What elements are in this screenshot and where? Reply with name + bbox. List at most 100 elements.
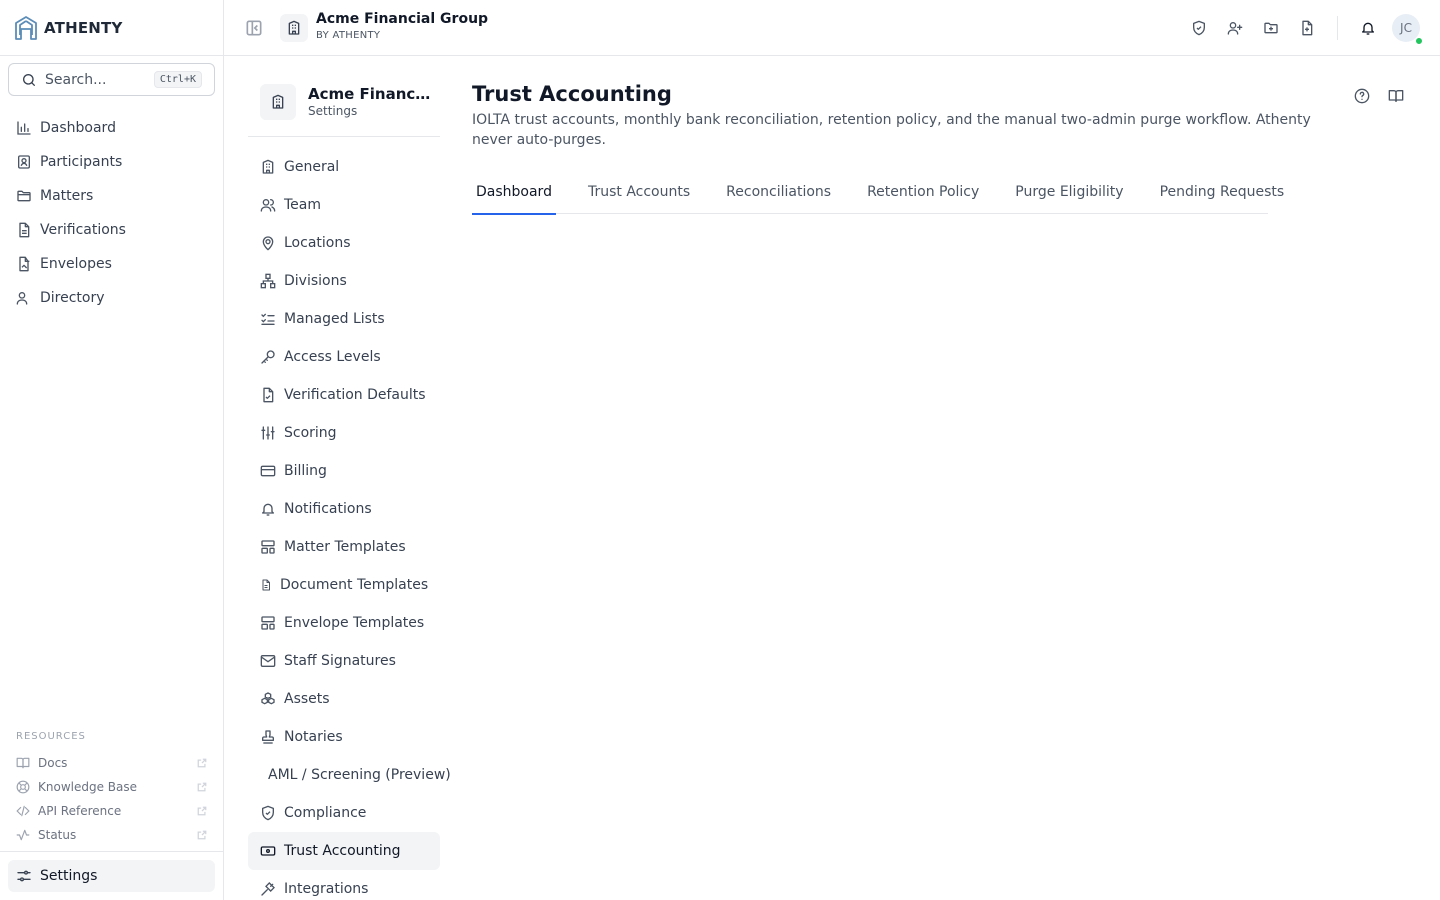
tab-purge-eligibility[interactable]: Purge Eligibility — [1011, 170, 1127, 214]
building-icon — [260, 84, 296, 120]
resource-knowledge-base[interactable]: Knowledge Base — [8, 775, 215, 799]
tab-reconciliations[interactable]: Reconciliations — [722, 170, 835, 214]
settings-item-locations[interactable]: Locations — [248, 224, 440, 262]
network-icon — [260, 273, 276, 289]
folder-icon — [16, 188, 32, 204]
building-icon — [260, 159, 276, 175]
banknote-icon — [260, 843, 276, 859]
resource-label: Knowledge Base — [38, 780, 137, 794]
settings-item-envelope-templates[interactable]: Envelope Templates — [248, 604, 440, 642]
settings-item-verification-defaults[interactable]: Verification Defaults — [248, 376, 440, 414]
settings-item-label: Scoring — [284, 425, 337, 441]
top-actions: JC — [1177, 14, 1423, 45]
external-link-icon — [197, 782, 207, 792]
compliance-button[interactable] — [1185, 14, 1213, 42]
nav-item-verifications[interactable]: Verifications — [8, 213, 215, 247]
nav-item-dashboard[interactable]: Dashboard — [8, 111, 215, 145]
help-circle-icon — [1354, 88, 1370, 104]
settings-item-label: Envelope Templates — [284, 615, 425, 631]
brand-name: ATHENTY — [44, 19, 123, 37]
help-button[interactable] — [1352, 84, 1372, 108]
brand-logo[interactable]: ATHENTY — [14, 14, 123, 42]
tab-pending-requests[interactable]: Pending Requests — [1156, 170, 1289, 214]
settings-item-label: AML / Screening (Preview) — [268, 767, 451, 783]
file-check-icon — [260, 387, 276, 403]
notifications-button[interactable] — [1354, 14, 1382, 42]
search-input[interactable]: Search... Ctrl+K — [8, 63, 215, 96]
settings-item-general[interactable]: General — [248, 148, 440, 186]
add-participant-button[interactable] — [1221, 14, 1249, 42]
new-verification-button[interactable] — [1293, 14, 1321, 42]
settings-item-label: Team — [284, 197, 322, 213]
shield-check-icon — [260, 805, 276, 821]
tab-retention-policy[interactable]: Retention Policy — [863, 170, 983, 214]
resource-label: Docs — [38, 756, 68, 770]
settings-item-compliance[interactable]: Compliance — [248, 794, 440, 832]
settings-item-notaries[interactable]: Notaries — [248, 718, 440, 756]
nav-item-matters[interactable]: Matters — [8, 179, 215, 213]
nav-item-label: Dashboard — [40, 120, 116, 136]
settings-item-matter-templates[interactable]: Matter Templates — [248, 528, 440, 566]
tab-dashboard[interactable]: Dashboard — [472, 170, 556, 215]
settings-org-name: Acme Financial Group — [308, 85, 434, 103]
nav-item-envelopes[interactable]: Envelopes — [8, 247, 215, 281]
settings-item-trust-accounting[interactable]: Trust Accounting — [248, 832, 440, 870]
settings-item-label: General — [284, 159, 340, 175]
nav-item-participants[interactable]: Participants — [8, 145, 215, 179]
settings-item-label: Assets — [284, 691, 330, 707]
settings-item-billing[interactable]: Billing — [248, 452, 440, 490]
new-matter-button[interactable] — [1257, 14, 1285, 42]
tab-trust-accounts[interactable]: Trust Accounts — [584, 170, 694, 214]
settings-item-scoring[interactable]: Scoring — [248, 414, 440, 452]
file-plus-icon — [1299, 20, 1315, 36]
nav-item-label: Participants — [40, 154, 123, 170]
settings-item-label: Notaries — [284, 729, 343, 745]
athenty-logo-icon — [14, 15, 38, 41]
trust-accounting-tabs: Dashboard Trust Accounts Reconciliations… — [472, 170, 1284, 215]
folder-plus-icon — [1263, 20, 1279, 36]
docs-button[interactable] — [1386, 84, 1406, 108]
sidebar-item-label: Settings — [40, 868, 98, 884]
contact-card-icon — [16, 154, 32, 170]
settings-item-staff-signatures[interactable]: Staff Signatures — [248, 642, 440, 680]
building-icon[interactable] — [280, 14, 308, 42]
settings-item-label: Integrations — [284, 881, 369, 897]
top-bar: Acme Financial Group BY ATHENTY JC — [224, 0, 1440, 56]
search-icon — [21, 72, 37, 88]
settings-item-team[interactable]: Team — [248, 186, 440, 224]
list-checks-icon — [260, 311, 276, 327]
settings-item-label: Document Templates — [280, 577, 429, 593]
file-text-icon — [16, 222, 32, 238]
bar-chart-icon — [16, 120, 32, 136]
settings-item-assets[interactable]: Assets — [248, 680, 440, 718]
divider — [0, 55, 223, 56]
resources-heading: RESOURCES — [16, 731, 86, 742]
resource-docs[interactable]: Docs — [8, 751, 215, 775]
user-plus-icon — [1227, 20, 1243, 36]
settings-item-notifications[interactable]: Notifications — [248, 490, 440, 528]
bell-icon — [260, 501, 276, 517]
external-link-icon — [197, 830, 207, 840]
activity-icon — [16, 828, 30, 842]
stamp-icon — [260, 729, 276, 745]
settings-item-document-templates[interactable]: Document Templates — [248, 566, 440, 604]
org-name: Acme Financial Group — [316, 11, 489, 27]
users-icon — [260, 197, 276, 213]
settings-subtitle: Settings — [308, 104, 358, 118]
settings-item-label: Divisions — [284, 273, 347, 289]
settings-item-integrations[interactable]: Integrations — [248, 870, 440, 900]
file-icon — [260, 579, 272, 591]
resource-api-reference[interactable]: API Reference — [8, 799, 215, 823]
sidebar-collapse-button[interactable] — [244, 18, 264, 38]
settings-item-label: Notifications — [284, 501, 372, 517]
resource-label: Status — [38, 828, 77, 842]
settings-item-aml-screening[interactable]: AML / Screening (Preview) — [248, 756, 451, 794]
settings-item-divisions[interactable]: Divisions — [248, 262, 440, 300]
sidebar-item-settings[interactable]: Settings — [8, 860, 215, 892]
nav-item-directory[interactable]: Directory — [8, 281, 215, 315]
settings-item-managed-lists[interactable]: Managed Lists — [248, 300, 440, 338]
resource-status[interactable]: Status — [8, 823, 215, 847]
user-avatar[interactable]: JC — [1392, 14, 1423, 45]
resources-list: Docs Knowledge Base API Reference Status — [8, 751, 215, 847]
settings-item-access-levels[interactable]: Access Levels — [248, 338, 440, 376]
